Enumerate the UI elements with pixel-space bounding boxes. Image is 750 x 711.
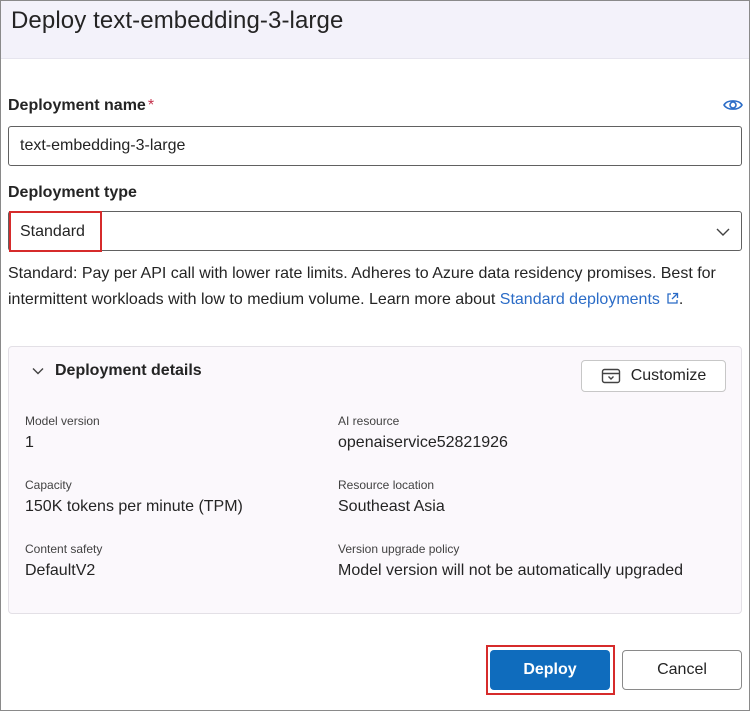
standard-deployments-link-text: Standard deployments	[499, 291, 660, 308]
deploy-button[interactable]: Deploy	[490, 650, 610, 690]
ai-resource-key: AI resource	[338, 414, 400, 428]
ai-resource-value: openaiservice52821926	[338, 434, 508, 451]
customize-icon	[601, 368, 620, 384]
dialog-header: Deploy text-embedding-3-large	[1, 1, 749, 59]
version-upgrade-policy-key: Version upgrade policy	[338, 542, 460, 556]
deployment-type-value: Standard	[20, 223, 85, 240]
deployment-name-input[interactable]: text-embedding-3-large	[8, 126, 742, 166]
external-link-icon	[667, 292, 679, 304]
deployment-name-label: Deployment name *	[8, 97, 154, 115]
cancel-button[interactable]: Cancel	[622, 650, 742, 690]
content-safety-key: Content safety	[25, 542, 103, 556]
version-upgrade-policy-value: Model version will not be automatically …	[338, 562, 684, 579]
deployment-details-toggle[interactable]: Deployment details	[31, 362, 202, 380]
dialog-title: Deploy text-embedding-3-large	[11, 7, 344, 34]
deployment-details-label: Deployment details	[55, 362, 202, 379]
deployment-type-description: Standard: Pay per API call with lower ra…	[8, 261, 738, 313]
deployment-type-label: Deployment type	[8, 184, 137, 201]
deployment-details-panel: Deployment details Customize Model versi…	[8, 346, 742, 614]
chevron-down-icon	[32, 368, 44, 375]
capacity-key: Capacity	[25, 478, 72, 492]
customize-label: Customize	[630, 367, 707, 384]
chevron-down-icon	[716, 228, 730, 236]
model-version-value: 1	[25, 434, 34, 451]
required-mark: *	[147, 97, 155, 114]
resource-location-key: Resource location	[338, 478, 435, 492]
deploy-dialog: Deploy text-embedding-3-large Deployment…	[0, 0, 750, 711]
content-safety-value: DefaultV2	[25, 562, 96, 579]
model-version-key: Model version	[25, 414, 100, 428]
deployment-name-label-text: Deployment name	[8, 97, 146, 114]
deployment-type-select[interactable]: Standard	[8, 211, 742, 251]
standard-deployments-link[interactable]: Standard deployments	[500, 291, 679, 308]
resource-location-value: Southeast Asia	[338, 498, 445, 515]
description-suffix: .	[678, 291, 684, 308]
capacity-value: 150K tokens per minute (TPM)	[25, 498, 243, 515]
eye-icon[interactable]	[723, 98, 743, 112]
customize-button[interactable]: Customize	[581, 360, 726, 392]
